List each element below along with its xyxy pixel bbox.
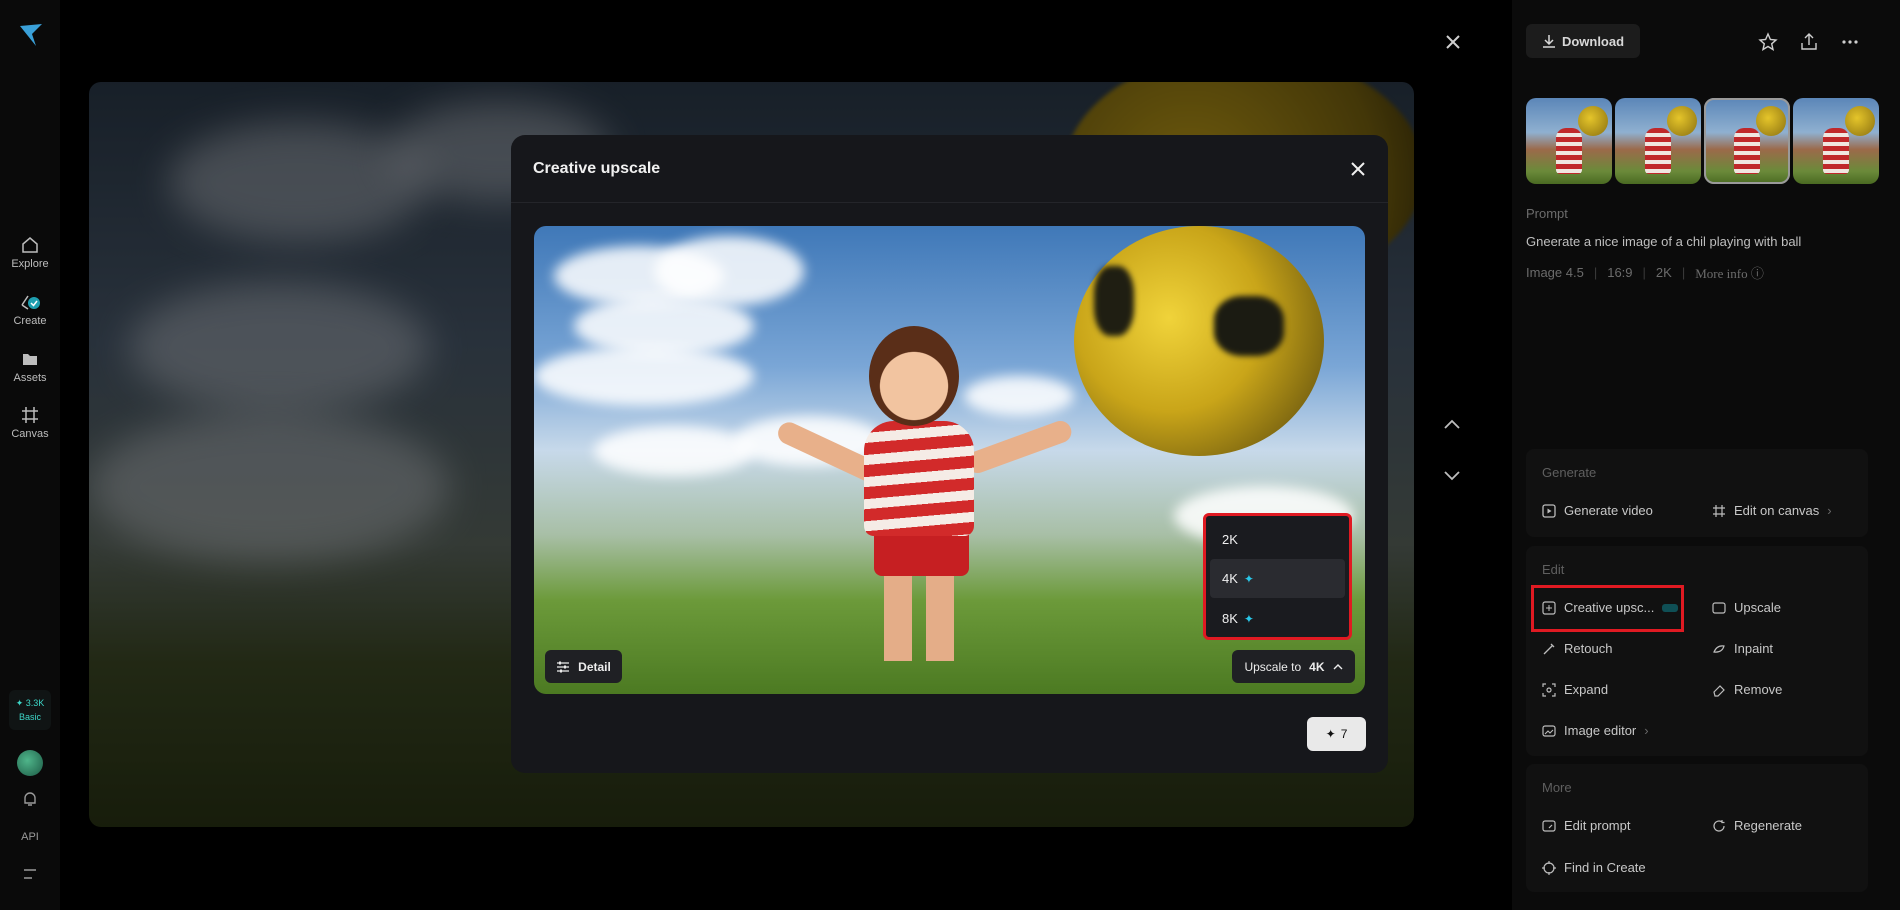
thumbnail-3[interactable] (1704, 98, 1790, 184)
more-section: More Edit prompt Regenerate Find in Crea… (1526, 764, 1868, 892)
highlight-creative-upscale (1531, 585, 1684, 632)
download-label: Download (1561, 33, 1625, 49)
nav-assets-label: Assets (13, 372, 47, 384)
plan-label: Basic (18, 712, 41, 722)
chevron-up-icon (1333, 664, 1343, 670)
meta-resolution: 2K (1655, 265, 1672, 280)
more-info-link[interactable]: More info ⓘ (1695, 263, 1764, 282)
detail-button[interactable]: Detail (545, 650, 622, 683)
home-icon (22, 237, 38, 253)
upscale-icon (1712, 601, 1726, 614)
chevron-right-icon: › (1644, 723, 1649, 738)
credits-count: 3.3K (25, 698, 45, 708)
inpaint-icon (1713, 644, 1725, 653)
star-icon[interactable] (1758, 32, 1778, 52)
thumbnail-1[interactable] (1526, 98, 1612, 184)
info-icon: ⓘ (1750, 266, 1764, 281)
thumbnail-2[interactable] (1615, 98, 1701, 184)
upscale-to-value: 4K (1309, 659, 1325, 674)
retouch-button[interactable]: Retouch (1542, 641, 1612, 656)
nav-create[interactable]: Create (0, 293, 60, 327)
chevron-up-icon[interactable] (1443, 418, 1461, 430)
chevron-right-icon: › (1827, 503, 1832, 518)
upscale-to-label: Upscale to (1244, 659, 1302, 674)
modal-title: Creative upscale (533, 160, 661, 177)
option-4k[interactable]: 4K ✦ (1210, 559, 1345, 598)
more-title: More (1542, 780, 1572, 795)
bell-icon[interactable] (21, 790, 39, 808)
app-root: Explore Create Assets Canvas ✦ 3.3K Basi… (0, 0, 1900, 910)
generate-video-button[interactable]: Generate video (1542, 503, 1653, 518)
nav-create-label: Create (13, 315, 47, 327)
canvas-icon (1713, 504, 1725, 517)
close-icon[interactable] (1443, 32, 1463, 52)
share-icon[interactable] (1799, 32, 1819, 52)
regenerate-button[interactable]: Regenerate (1712, 818, 1802, 833)
canvas-icon (22, 407, 38, 423)
nav-canvas[interactable]: Canvas (0, 406, 60, 440)
meta-model: Image 4.5 (1526, 265, 1584, 280)
menu-icon[interactable] (21, 867, 39, 881)
find-in-create-button[interactable]: Find in Create (1542, 860, 1646, 875)
meta-ratio: 16:9 (1607, 265, 1633, 280)
edit-prompt-button[interactable]: Edit prompt (1542, 818, 1630, 833)
generate-title: Generate (1542, 465, 1597, 480)
create-icon (21, 295, 40, 310)
prompt-label: Prompt (1526, 206, 1568, 221)
detail-label: Detail (578, 659, 611, 674)
edit-prompt-icon (1542, 819, 1556, 832)
expand-icon (1542, 682, 1556, 697)
cost-value: 7 (1340, 727, 1348, 741)
image-editor-icon (1542, 724, 1556, 737)
download-button[interactable]: Download (1526, 24, 1640, 58)
eraser-icon (1713, 684, 1725, 697)
folder-icon (23, 354, 37, 365)
upscale-to-select[interactable]: Upscale to 4K (1232, 650, 1355, 683)
prompt-text: Gneerate a nice image of a chil playing … (1526, 234, 1802, 249)
sliders-icon (557, 661, 570, 672)
credits-badge[interactable]: ✦ 3.3K Basic (9, 690, 51, 730)
resolution-dropdown: 2K 4K ✦ 8K ✦ (1203, 513, 1352, 640)
left-rail: Explore Create Assets Canvas ✦ 3.3K Basi… (0, 0, 60, 910)
nav-assets[interactable]: Assets (0, 350, 60, 384)
refresh-icon (1713, 819, 1725, 832)
generate-upscale-button[interactable]: ✦ 7 (1307, 717, 1366, 751)
nav-canvas-label: Canvas (11, 428, 49, 440)
image-editor-button[interactable]: Image editor › (1542, 723, 1649, 738)
close-icon[interactable] (1349, 160, 1367, 178)
thumbnail-4[interactable] (1793, 98, 1879, 184)
image-meta: Image 4.5 | 16:9 | 2K | More info ⓘ (1526, 263, 1764, 282)
generate-section: Generate Generate video Edit on canvas › (1526, 449, 1868, 537)
chevron-down-icon[interactable] (1443, 470, 1461, 482)
edit-on-canvas-button[interactable]: Edit on canvas › (1712, 503, 1832, 518)
expand-button[interactable]: Expand (1542, 682, 1608, 697)
target-icon (1542, 860, 1556, 875)
sparkle-icon: ✦ (1243, 611, 1254, 626)
download-icon (1542, 35, 1555, 48)
sparkle-icon: ✦ (1243, 571, 1254, 586)
edit-section: Edit Creative upsc... Upscale Retouch In… (1526, 546, 1868, 756)
inpaint-button[interactable]: Inpaint (1712, 641, 1773, 656)
upscale-button[interactable]: Upscale (1712, 600, 1781, 615)
retouch-icon (1543, 643, 1555, 654)
option-8k[interactable]: 8K ✦ (1210, 599, 1345, 638)
spark-icon: ✦ (15, 698, 24, 708)
remove-button[interactable]: Remove (1712, 682, 1782, 697)
nav-explore-label: Explore (11, 258, 49, 270)
nav-explore[interactable]: Explore (0, 236, 60, 270)
edit-title: Edit (1542, 562, 1565, 577)
logo-icon[interactable] (18, 22, 44, 48)
more-options-icon[interactable] (1840, 32, 1860, 52)
play-icon (1542, 503, 1556, 518)
avatar[interactable] (17, 750, 43, 776)
api-link[interactable]: API (0, 831, 60, 843)
sparkle-icon: ✦ (1325, 727, 1336, 741)
option-2k[interactable]: 2K (1210, 520, 1345, 559)
